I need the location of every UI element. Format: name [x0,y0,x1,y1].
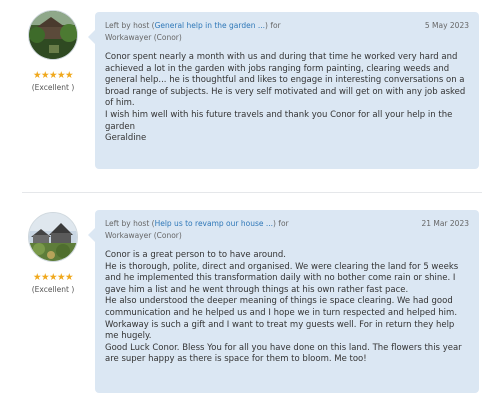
rating-label: (Excellent ) [31,285,75,294]
review-paragraph: He also understood the deeper meaning of… [105,296,458,342]
rating-stars: ★★★★★ [32,272,74,283]
workawayer-name: Workawayer (Conor) [105,231,182,240]
left-by-prefix: Left by host ( [105,219,155,228]
review-paragraph: Conor is a great person to to have aroun… [105,250,286,260]
review-author: ★★★★★ (Excellent ) [27,212,79,295]
review-paragraph: He is thorough, polite, direct and organ… [105,261,459,295]
review-date: 21 Mar 2023 [421,219,469,228]
left-by-suffix: ) for [273,219,289,228]
review-bubble: Left by host (Help us to revamp our hous… [88,210,479,393]
host-listing-link[interactable]: Help us to revamp our house ... [155,219,273,228]
review-paragraph: Good Luck Conor. Bless You for all you h… [105,342,462,365]
review-text: Conor is a great person to to have aroun… [105,250,469,366]
review-meta: Left by host (Help us to revamp our hous… [105,218,469,242]
avatar[interactable] [28,212,78,262]
review-card: ★★★★★ (Excellent ) Left by host (Help us… [0,0,491,393]
